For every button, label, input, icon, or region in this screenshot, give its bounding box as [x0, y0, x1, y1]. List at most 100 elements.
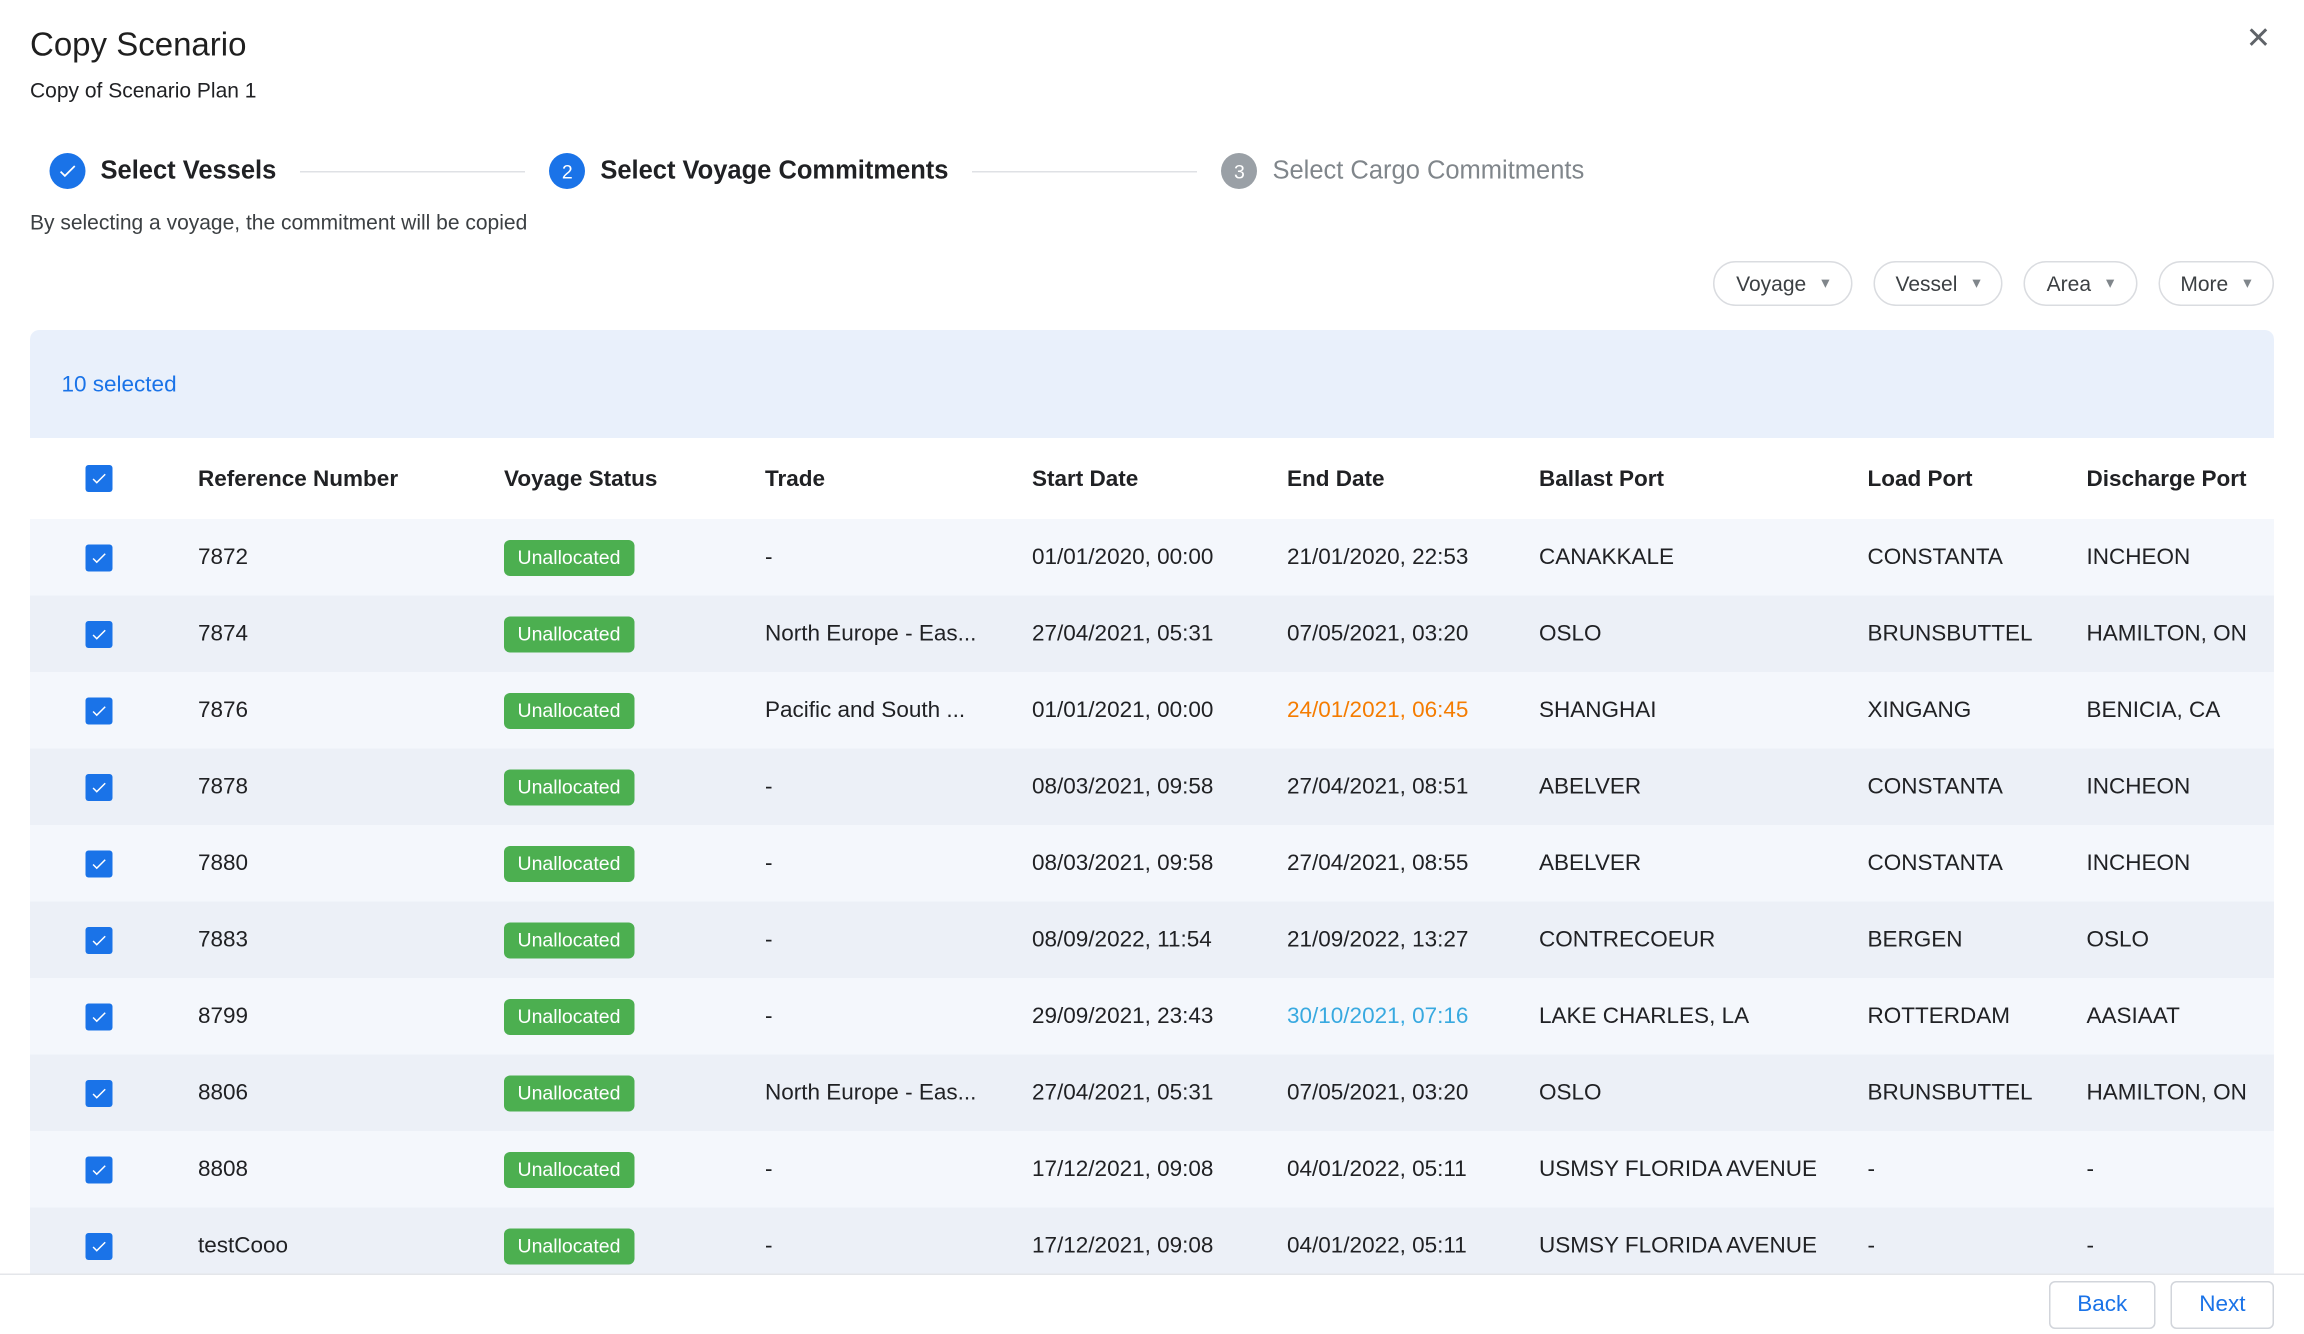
cell-discharge-port: - — [2087, 1131, 2275, 1208]
cell-reference-number: 8808 — [198, 1131, 504, 1208]
cell-voyage-status: Unallocated — [504, 978, 765, 1055]
cell-end-date: 21/01/2020, 22:53 — [1287, 519, 1539, 596]
close-icon[interactable]: ✕ — [2246, 24, 2271, 54]
filter-area[interactable]: Area ▾ — [2024, 261, 2137, 306]
column-header-ballast-port: Ballast Port — [1539, 438, 1868, 519]
cell-voyage-status: Unallocated — [504, 1131, 765, 1208]
table-row[interactable]: 7883 Unallocated - 08/09/2022, 11:54 21/… — [30, 902, 2274, 979]
cell-start-date: 27/04/2021, 05:31 — [1032, 1055, 1287, 1132]
table-header-row: Reference Number Voyage Status Trade Sta… — [30, 438, 2274, 519]
filter-more[interactable]: More ▾ — [2158, 261, 2274, 306]
copy-scenario-dialog: ✕ Copy Scenario Copy of Scenario Plan 1 … — [0, 0, 2304, 1334]
cell-load-port: CONSTANTA — [1868, 749, 2087, 826]
cell-trade: - — [765, 749, 1032, 826]
row-checkbox[interactable] — [86, 1079, 113, 1106]
status-badge: Unallocated — [504, 616, 634, 652]
column-header-end-date: End Date — [1287, 438, 1539, 519]
cell-start-date: 17/12/2021, 09:08 — [1032, 1131, 1287, 1208]
row-checkbox[interactable] — [86, 544, 113, 571]
row-checkbox[interactable] — [86, 1232, 113, 1259]
step-select-cargo-commitments[interactable]: 3 Select Cargo Commitments — [1221, 153, 1584, 189]
filter-label: More — [2180, 272, 2228, 296]
cell-discharge-port: AASIAAT — [2087, 978, 2275, 1055]
step-number: 3 — [1221, 153, 1257, 189]
table-body: 7872 Unallocated - 01/01/2020, 00:00 21/… — [30, 519, 2274, 1274]
step-number: 2 — [549, 153, 585, 189]
cell-ballast-port: LAKE CHARLES, LA — [1539, 978, 1868, 1055]
stepper-connector — [972, 170, 1197, 172]
status-badge: Unallocated — [504, 998, 634, 1034]
step-select-vessels[interactable]: Select Vessels — [50, 153, 277, 189]
filter-vessel[interactable]: Vessel ▾ — [1873, 261, 2003, 306]
cell-end-date: 04/01/2022, 05:11 — [1287, 1208, 1539, 1274]
select-all-checkbox[interactable] — [86, 465, 113, 492]
filter-bar: Voyage ▾ Vessel ▾ Area ▾ More ▾ — [30, 261, 2274, 306]
cell-reference-number: testCooo — [198, 1208, 504, 1274]
row-checkbox[interactable] — [86, 850, 113, 877]
step-select-voyage-commitments[interactable]: 2 Select Voyage Commitments — [549, 153, 948, 189]
helper-text: By selecting a voyage, the commitment wi… — [30, 207, 2274, 237]
status-badge: Unallocated — [504, 1075, 634, 1111]
column-header-start-date: Start Date — [1032, 438, 1287, 519]
filter-voyage[interactable]: Voyage ▾ — [1714, 261, 1852, 306]
table-row[interactable]: 8806 Unallocated North Europe - Eas... 2… — [30, 1055, 2274, 1132]
cell-start-date: 17/12/2021, 09:08 — [1032, 1208, 1287, 1274]
row-checkbox[interactable] — [86, 773, 113, 800]
cell-discharge-port: HAMILTON, ON — [2087, 1055, 2275, 1132]
cell-load-port: - — [1868, 1208, 2087, 1274]
chevron-down-icon: ▾ — [2243, 275, 2251, 292]
filter-label: Voyage — [1736, 272, 1806, 296]
filter-label: Area — [2047, 272, 2091, 296]
cell-end-date: 07/05/2021, 03:20 — [1287, 1055, 1539, 1132]
cell-reference-number: 7872 — [198, 519, 504, 596]
row-checkbox[interactable] — [86, 926, 113, 953]
cell-discharge-port: - — [2087, 1208, 2275, 1274]
table-row[interactable]: testCooo Unallocated - 17/12/2021, 09:08… — [30, 1208, 2274, 1274]
cell-ballast-port: OSLO — [1539, 1055, 1868, 1132]
row-checkbox[interactable] — [86, 1156, 113, 1183]
table-row[interactable]: 8808 Unallocated - 17/12/2021, 09:08 04/… — [30, 1131, 2274, 1208]
table-row[interactable]: 7874 Unallocated North Europe - Eas... 2… — [30, 596, 2274, 673]
cell-load-port: XINGANG — [1868, 672, 2087, 749]
cell-voyage-status: Unallocated — [504, 1208, 765, 1274]
dialog-footer: Back Next — [0, 1274, 2304, 1334]
stepper: Select Vessels 2 Select Voyage Commitmen… — [50, 150, 2275, 192]
row-checkbox[interactable] — [86, 697, 113, 724]
back-button[interactable]: Back — [2049, 1280, 2156, 1328]
selected-count: 10 selected — [62, 371, 177, 397]
status-badge: Unallocated — [504, 692, 634, 728]
cell-trade: North Europe - Eas... — [765, 596, 1032, 673]
cell-load-port: BRUNSBUTTEL — [1868, 596, 2087, 673]
cell-voyage-status: Unallocated — [504, 519, 765, 596]
cell-discharge-port: BENICIA, CA — [2087, 672, 2275, 749]
cell-voyage-status: Unallocated — [504, 672, 765, 749]
column-header-trade: Trade — [765, 438, 1032, 519]
cell-trade: Pacific and South ... — [765, 672, 1032, 749]
cell-start-date: 08/09/2022, 11:54 — [1032, 902, 1287, 979]
cell-load-port: ROTTERDAM — [1868, 978, 2087, 1055]
cell-end-date: 24/01/2021, 06:45 — [1287, 672, 1539, 749]
column-header-voyage-status: Voyage Status — [504, 438, 765, 519]
cell-start-date: 01/01/2020, 00:00 — [1032, 519, 1287, 596]
cell-end-date: 04/01/2022, 05:11 — [1287, 1131, 1539, 1208]
row-checkbox[interactable] — [86, 1003, 113, 1030]
filter-label: Vessel — [1896, 272, 1958, 296]
cell-end-date: 27/04/2021, 08:55 — [1287, 825, 1539, 902]
column-header-load-port: Load Port — [1868, 438, 2087, 519]
table-row[interactable]: 8799 Unallocated - 29/09/2021, 23:43 30/… — [30, 978, 2274, 1055]
row-checkbox[interactable] — [86, 620, 113, 647]
check-icon — [50, 153, 86, 189]
cell-discharge-port: INCHEON — [2087, 749, 2275, 826]
table-row[interactable]: 7880 Unallocated - 08/03/2021, 09:58 27/… — [30, 825, 2274, 902]
cell-discharge-port: OSLO — [2087, 902, 2275, 979]
step-label: Select Cargo Commitments — [1272, 156, 1584, 186]
table-row[interactable]: 7878 Unallocated - 08/03/2021, 09:58 27/… — [30, 749, 2274, 826]
column-header-reference-number: Reference Number — [198, 438, 504, 519]
next-button[interactable]: Next — [2171, 1280, 2274, 1328]
table-row[interactable]: 7876 Unallocated Pacific and South ... 0… — [30, 672, 2274, 749]
table-row[interactable]: 7872 Unallocated - 01/01/2020, 00:00 21/… — [30, 519, 2274, 596]
cell-trade: - — [765, 978, 1032, 1055]
cell-trade: - — [765, 519, 1032, 596]
cell-voyage-status: Unallocated — [504, 825, 765, 902]
status-badge: Unallocated — [504, 769, 634, 805]
